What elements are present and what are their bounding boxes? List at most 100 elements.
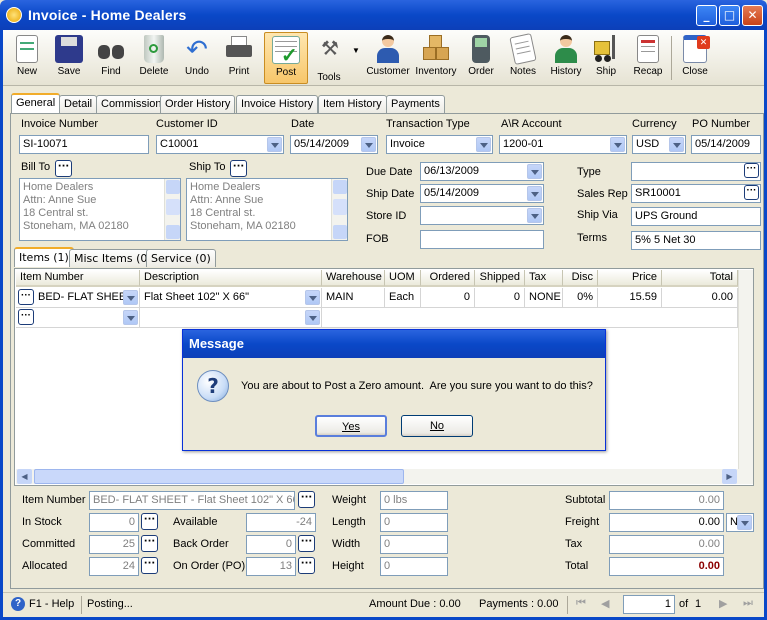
description-cell[interactable]: Flat Sheet 102" X 66" bbox=[140, 288, 322, 308]
customer-button[interactable]: Customer bbox=[365, 32, 411, 84]
customer-id-combo[interactable]: C10001 bbox=[156, 135, 284, 154]
ordered-cell[interactable]: 0 bbox=[421, 288, 475, 308]
col-item-number[interactable]: Item Number bbox=[16, 270, 140, 287]
undo-button[interactable]: ↶ Undo bbox=[177, 32, 217, 84]
col-price[interactable]: Price bbox=[598, 270, 662, 287]
ship-via-field[interactable]: UPS Ground bbox=[631, 207, 761, 226]
no-button[interactable]: No bbox=[401, 415, 473, 437]
help-text[interactable]: F1 - Help bbox=[29, 598, 74, 610]
in-stock-ellipsis-button[interactable]: ··· bbox=[141, 513, 158, 530]
tab-order-history[interactable]: Order History bbox=[160, 95, 236, 113]
terms-field[interactable]: 5% 5 Net 30 bbox=[631, 231, 761, 250]
chevron-down-icon[interactable] bbox=[527, 208, 542, 223]
last-page-icon[interactable]: ⏭ bbox=[743, 597, 753, 610]
item-ellipsis-button[interactable]: ··· bbox=[18, 309, 34, 325]
chevron-down-icon[interactable] bbox=[123, 290, 138, 305]
due-date-picker[interactable]: 06/13/2009 bbox=[420, 162, 544, 181]
minimize-button[interactable]: _ bbox=[696, 5, 717, 26]
chevron-down-icon[interactable] bbox=[476, 137, 491, 152]
col-warehouse[interactable]: Warehouse bbox=[322, 270, 385, 287]
chevron-down-icon[interactable] bbox=[527, 164, 542, 179]
type-field[interactable]: ··· bbox=[631, 162, 761, 181]
history-button[interactable]: History bbox=[545, 32, 587, 84]
help-icon[interactable]: ? bbox=[11, 597, 25, 611]
close-window-button[interactable]: ✕ bbox=[742, 5, 763, 26]
chevron-down-icon[interactable] bbox=[737, 515, 752, 530]
chevron-down-icon[interactable] bbox=[267, 137, 282, 152]
col-disc[interactable]: Disc bbox=[563, 270, 598, 287]
tax-cell[interactable]: NONE bbox=[525, 288, 563, 308]
col-shipped[interactable]: Shipped bbox=[475, 270, 525, 287]
chevron-down-icon[interactable] bbox=[610, 137, 625, 152]
yes-button[interactable]: Yes bbox=[315, 415, 387, 437]
maximize-button[interactable]: □ bbox=[719, 5, 740, 26]
item-number-cell[interactable]: ··· bbox=[16, 308, 140, 328]
ar-account-combo[interactable]: 1200-01 bbox=[499, 135, 627, 154]
close-button[interactable]: ✕ Close bbox=[675, 32, 715, 84]
allocated-ellipsis-button[interactable]: ··· bbox=[141, 557, 158, 574]
col-tax[interactable]: Tax bbox=[525, 270, 563, 287]
tab-service[interactable]: Service (0) bbox=[146, 249, 216, 267]
total-cell[interactable]: 0.00 bbox=[662, 288, 738, 308]
currency-select[interactable]: USD bbox=[632, 135, 686, 154]
next-page-icon[interactable]: ▶ bbox=[719, 597, 727, 610]
sales-rep-ellipsis-button[interactable]: ··· bbox=[744, 185, 759, 200]
back-order-ellipsis-button[interactable]: ··· bbox=[298, 535, 315, 552]
tab-items[interactable]: Items (1) bbox=[14, 247, 74, 267]
ship-to-ellipsis-button[interactable]: ··· bbox=[230, 160, 247, 177]
find-button[interactable]: Find bbox=[91, 32, 131, 84]
col-total[interactable]: Total bbox=[662, 270, 738, 287]
chevron-down-icon[interactable] bbox=[305, 310, 320, 325]
chevron-down-icon[interactable] bbox=[123, 310, 138, 325]
scroll-thumb[interactable] bbox=[34, 469, 404, 484]
store-id-combo[interactable] bbox=[420, 206, 544, 225]
chevron-down-icon[interactable] bbox=[361, 137, 376, 152]
bill-to-ellipsis-button[interactable]: ··· bbox=[55, 160, 72, 177]
bill-to-scrollbar[interactable] bbox=[164, 179, 180, 240]
empty-cells[interactable] bbox=[322, 308, 738, 328]
ship-to-address[interactable]: Home Dealers Attn: Anne Sue 18 Central st.… bbox=[186, 178, 348, 241]
col-ordered[interactable]: Ordered bbox=[421, 270, 475, 287]
page-number-field[interactable]: 1 bbox=[623, 595, 675, 614]
item-ellipsis-button[interactable]: ··· bbox=[18, 289, 34, 305]
scroll-right-icon[interactable]: ▶ bbox=[722, 469, 737, 484]
delete-button[interactable]: Delete bbox=[133, 32, 175, 84]
on-order-ellipsis-button[interactable]: ··· bbox=[298, 557, 315, 574]
first-page-icon[interactable]: ⏮ bbox=[576, 597, 586, 610]
order-button[interactable]: Order bbox=[461, 32, 501, 84]
sales-rep-field[interactable]: SR10001 ··· bbox=[631, 184, 761, 203]
post-button[interactable]: ✓ Post bbox=[264, 32, 308, 84]
tab-invoice-history[interactable]: Invoice History bbox=[236, 95, 319, 113]
ship-to-scrollbar[interactable] bbox=[331, 179, 347, 240]
description-cell[interactable] bbox=[140, 308, 322, 328]
item-number-ellipsis-button[interactable]: ··· bbox=[298, 491, 315, 508]
chevron-down-icon[interactable] bbox=[305, 290, 320, 305]
previous-page-icon[interactable]: ◀ bbox=[601, 597, 609, 610]
date-picker[interactable]: 05/14/2009 bbox=[290, 135, 378, 154]
col-uom[interactable]: UOM bbox=[385, 270, 421, 287]
chevron-down-icon[interactable] bbox=[669, 137, 684, 152]
committed-ellipsis-button[interactable]: ··· bbox=[141, 535, 158, 552]
tab-misc-items[interactable]: Misc Items (0) bbox=[69, 249, 157, 267]
type-ellipsis-button[interactable]: ··· bbox=[744, 163, 759, 178]
fob-field[interactable] bbox=[420, 230, 544, 249]
warehouse-cell[interactable]: MAIN bbox=[322, 288, 385, 308]
transaction-type-select[interactable]: Invoice bbox=[386, 135, 493, 154]
item-number-cell[interactable]: BED- FLAT SHEET ··· bbox=[16, 288, 140, 308]
save-button[interactable]: Save bbox=[49, 32, 89, 84]
notes-button[interactable]: Notes bbox=[503, 32, 543, 84]
col-description[interactable]: Description bbox=[140, 270, 322, 287]
price-cell[interactable]: 15.59 bbox=[598, 288, 662, 308]
freight-field[interactable]: 0.00 bbox=[609, 513, 724, 532]
disc-cell[interactable]: 0% bbox=[563, 288, 598, 308]
tab-payments[interactable]: Payments bbox=[386, 95, 445, 113]
freight-code-select[interactable]: N bbox=[726, 513, 754, 532]
chevron-down-icon[interactable] bbox=[527, 186, 542, 201]
shipped-cell[interactable]: 0 bbox=[475, 288, 525, 308]
print-button[interactable]: Print bbox=[219, 32, 259, 84]
inventory-button[interactable]: Inventory bbox=[413, 32, 459, 84]
invoice-number-field[interactable]: SI-10071 bbox=[19, 135, 149, 154]
po-number-field[interactable]: 05/14/2009 bbox=[691, 135, 761, 154]
uom-cell[interactable]: Each bbox=[385, 288, 421, 308]
new-button[interactable]: New bbox=[7, 32, 47, 84]
